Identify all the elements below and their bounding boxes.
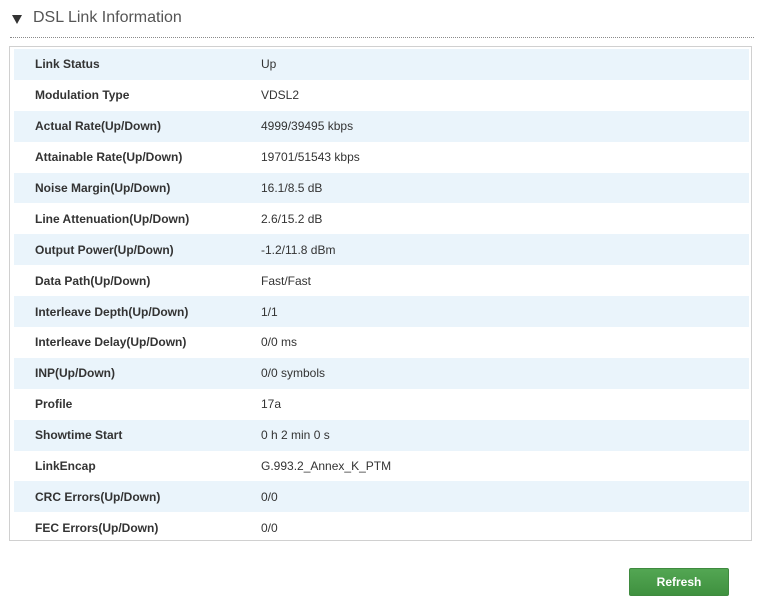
info-row: Noise Margin(Up/Down) 16.1/8.5 dB [14, 172, 749, 204]
info-label: Link Status [35, 57, 100, 72]
info-label: Actual Rate(Up/Down) [35, 119, 161, 134]
collapse-triangle-icon[interactable] [12, 15, 22, 24]
info-row: Output Power(Up/Down) -1.2/11.8 dBm [14, 234, 749, 266]
dsl-info-panel: Link Status Up Modulation Type VDSL2 Actual … [9, 46, 752, 541]
info-row: CRC Errors(Up/Down) 0/0 [14, 481, 749, 513]
info-value: 0/0 [261, 520, 278, 535]
info-label: Showtime Start [35, 428, 123, 443]
info-value: 0 h 2 min 0 s [261, 428, 330, 443]
info-label: CRC Errors(Up/Down) [35, 489, 161, 504]
info-value: VDSL2 [261, 88, 300, 103]
info-label: Line Attenuation(Up/Down) [35, 211, 190, 226]
info-row: Line Attenuation(Up/Down) 2.6/15.2 dB [14, 203, 749, 234]
info-label: Data Path(Up/Down) [35, 273, 151, 288]
info-label: Interleave Depth(Up/Down) [35, 304, 189, 319]
info-row: Interleave Depth(Up/Down) 1/1 [14, 296, 749, 328]
info-row: Modulation Type VDSL2 [14, 80, 749, 111]
info-row: FEC Errors(Up/Down) 0/0 [14, 512, 749, 543]
info-value: 0/0 [261, 489, 278, 504]
info-value: -1.2/11.8 dBm [261, 242, 336, 257]
info-label: Attainable Rate(Up/Down) [35, 150, 183, 165]
info-value: 0/0 symbols [261, 366, 326, 381]
refresh-button[interactable]: Refresh [629, 568, 729, 596]
info-label: Noise Margin(Up/Down) [35, 181, 171, 195]
info-value: 4999/39495 kbps [261, 119, 354, 134]
info-label: Interleave Delay(Up/Down) [35, 335, 187, 350]
info-label: LinkEncap [35, 459, 96, 474]
info-value: Fast/Fast [261, 273, 312, 288]
info-value: Up [261, 57, 277, 72]
info-label: INP(Up/Down) [35, 366, 115, 381]
info-value: 0/0 ms [261, 335, 298, 350]
info-label: Output Power(Up/Down) [35, 242, 174, 257]
info-row: Interleave Delay(Up/Down) 0/0 ms [14, 327, 749, 358]
info-value: 1/1 [261, 304, 278, 319]
info-row: Showtime Start 0 h 2 min 0 s [14, 419, 749, 451]
info-value: 19701/51543 kbps [261, 150, 360, 165]
info-value: 2.6/15.2 dB [261, 211, 323, 226]
section-title: DSL Link Information [33, 9, 182, 26]
info-row: INP(Up/Down) 0/0 symbols [14, 357, 749, 389]
info-value: 16.1/8.5 dB [261, 181, 323, 195]
info-label: Profile [35, 397, 73, 412]
info-row: Link Status Up [14, 49, 749, 80]
info-row: Attainable Rate(Up/Down) 19701/51543 kbps [14, 142, 749, 173]
info-row: Actual Rate(Up/Down) 4999/39495 kbps [14, 110, 749, 142]
info-value: G.993.2_Annex_K_PTM [261, 459, 392, 474]
dsl-info-table: Link Status Up Modulation Type VDSL2 Actual … [14, 49, 749, 543]
info-row: Profile 17a [14, 389, 749, 420]
info-value: 17a [261, 397, 282, 412]
info-label: FEC Errors(Up/Down) [35, 520, 159, 535]
info-row: Data Path(Up/Down) Fast/Fast [14, 265, 749, 296]
section-header: DSL Link Information [10, 0, 754, 38]
info-label: Modulation Type [35, 88, 130, 103]
info-row: LinkEncap G.993.2_Annex_K_PTM [14, 451, 749, 482]
